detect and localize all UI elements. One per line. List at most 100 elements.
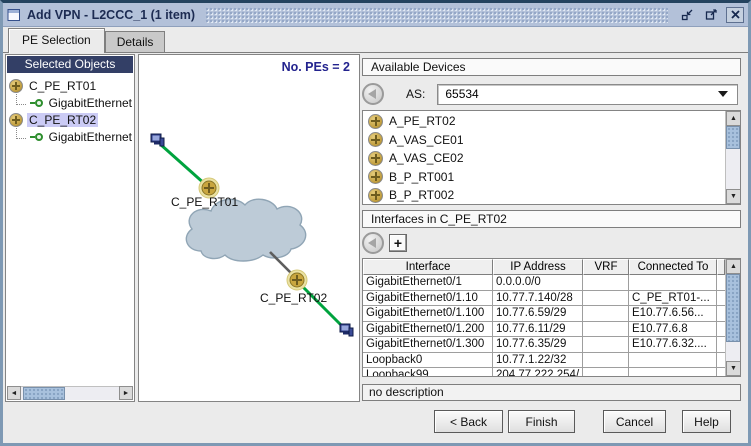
table-row[interactable]: GigabitEthernet0/1 0.0.0.0/0 [363,275,725,291]
router-icon [368,188,383,203]
tree-item-c-pe-rt02[interactable]: C_PE_RT02 [6,111,134,128]
tab-details[interactable]: Details [105,31,166,52]
cell-interface: GigabitEthernet0/1.300 [363,337,493,353]
right-column: Available Devices AS: 65534 A_PE_RT02 A_… [362,54,743,402]
cell-vrf [583,337,629,353]
table-scrollbar[interactable] [725,259,740,376]
device-item[interactable]: B_P_RT001 [364,168,724,187]
cell-ip: 10.77.6.11/29 [493,322,583,338]
titlebar[interactable]: Add VPN - L2CCC_1 (1 item) [3,3,748,27]
tree-horizontal-scrollbar[interactable] [7,386,133,400]
device-item[interactable]: A_VAS_CE02 [364,149,724,168]
scroll-down-button[interactable] [726,361,741,376]
node-label-c-pe-rt01: C_PE_RT01 [171,195,238,209]
column-header-vrf[interactable]: VRF [583,259,629,275]
scrollbar-thumb[interactable] [23,387,65,400]
column-header-filler [717,259,725,275]
scrollbar-track[interactable] [726,274,740,361]
table-row[interactable]: GigabitEthernet0/1.100 10.77.6.59/29 E10… [363,306,725,322]
device-label: A_VAS_CE01 [389,133,464,147]
table-body: GigabitEthernet0/1 0.0.0.0/0 GigabitEthe… [363,275,725,376]
device-item[interactable]: B_P_RT002 [364,186,724,205]
tab-pe-selection[interactable]: PE Selection [8,28,105,53]
titlebar-texture [205,7,668,23]
cell-ip: 0.0.0.0/0 [493,275,583,291]
cell-interface: Loopback0 [363,353,493,369]
cell-interface: GigabitEthernet0/1.200 [363,322,493,338]
as-combobox[interactable]: 65534 [437,84,738,105]
finish-button[interactable]: Finish [508,410,575,433]
table-row[interactable]: GigabitEthernet0/1.10 10.77.7.140/28 C_P… [363,291,725,307]
window-title: Add VPN - L2CCC_1 (1 item) [27,8,195,22]
table-row[interactable]: GigabitEthernet0/1.300 10.77.6.35/29 E10… [363,337,725,353]
scroll-right-button[interactable] [119,386,133,400]
maximize-button[interactable] [702,7,720,23]
back-arrow-button[interactable] [362,83,384,105]
tab-bar: PE Selection Details [3,27,748,53]
column-header-ip-address[interactable]: IP Address [493,259,583,275]
router-icon [368,114,383,129]
column-header-interface[interactable]: Interface [363,259,493,275]
cell-filler [717,306,725,322]
help-button[interactable]: Help [682,410,731,433]
node-label-c-pe-rt02: C_PE_RT02 [260,291,327,305]
selected-objects-header: Selected Objects [7,56,133,73]
minimize-button[interactable] [678,7,696,23]
window-icon [7,8,21,22]
add-interface-button[interactable] [389,234,407,252]
tree-item-label: GigabitEthernet [47,130,134,144]
cell-connected: E10.77.6.32.... [629,337,717,353]
table-header-row: Interface IP Address VRF Connected To [363,259,725,275]
device-item[interactable]: A_VAS_CE01 [364,131,724,150]
scrollbar-thumb[interactable] [726,274,740,342]
pe-count-label: No. PEs = 2 [282,60,350,74]
scrollbar-track[interactable] [21,386,119,400]
scroll-up-button[interactable] [726,259,741,274]
scrollbar-thumb[interactable] [726,126,740,149]
cell-connected: E10.77.6.56... [629,306,717,322]
description-status: no description [362,384,741,401]
interfaces-header: Interfaces in C_PE_RT02 [362,210,741,228]
available-devices-list: A_PE_RT02 A_VAS_CE01 A_VAS_CE02 B_P_RT00… [362,110,741,205]
table-row[interactable]: GigabitEthernet0/1.200 10.77.6.11/29 E10… [363,322,725,338]
router-icon [9,113,23,127]
device-item[interactable]: A_PE_RT02 [364,112,724,131]
back-arrow-icon [368,238,376,248]
scroll-up-button[interactable] [726,111,741,126]
device-list-scrollbar[interactable] [725,111,740,204]
as-toolbar: AS: 65534 [362,79,741,109]
cell-ip: 10.77.1.22/32 [493,353,583,369]
back-button[interactable]: < Back [434,410,503,433]
device-label: B_P_RT002 [389,188,454,202]
cell-ip: 204.77.222.254/ [493,368,583,376]
scrollbar-track[interactable] [726,126,740,189]
maximize-icon [705,8,718,21]
router-icon [368,169,383,184]
scroll-left-button[interactable] [7,386,21,400]
cell-ip: 10.77.6.35/29 [493,337,583,353]
back-arrow-button[interactable] [362,232,384,254]
tree-item-interface-1[interactable]: GigabitEthernet [6,94,134,111]
cell-filler [717,291,725,307]
cell-connected [629,275,717,291]
scroll-down-button[interactable] [726,189,741,204]
table-row[interactable]: Loopback0 10.77.1.22/32 [363,353,725,369]
table-row[interactable]: Loopback99 204.77.222.254/ [363,368,725,376]
tree-item-interface-2[interactable]: GigabitEthernet [6,128,134,145]
cell-vrf [583,291,629,307]
cancel-button[interactable]: Cancel [603,410,666,433]
tree-item-c-pe-rt01[interactable]: C_PE_RT01 [6,77,134,94]
topology-canvas [139,55,359,401]
device-item[interactable]: B_PE_RT01 [364,205,724,206]
interface-icon [30,99,43,107]
tree-item-label: GigabitEthernet [47,96,134,110]
close-button[interactable] [726,7,744,23]
cell-connected [629,353,717,369]
node-c-pe-rt02[interactable] [287,270,307,290]
tree-item-label-selected: C_PE_RT02 [27,113,98,127]
node-ce-device-2[interactable] [340,324,353,336]
cell-filler [717,275,725,291]
node-ce-device-1[interactable] [151,134,164,146]
cell-vrf [583,353,629,369]
column-header-connected-to[interactable]: Connected To [629,259,717,275]
